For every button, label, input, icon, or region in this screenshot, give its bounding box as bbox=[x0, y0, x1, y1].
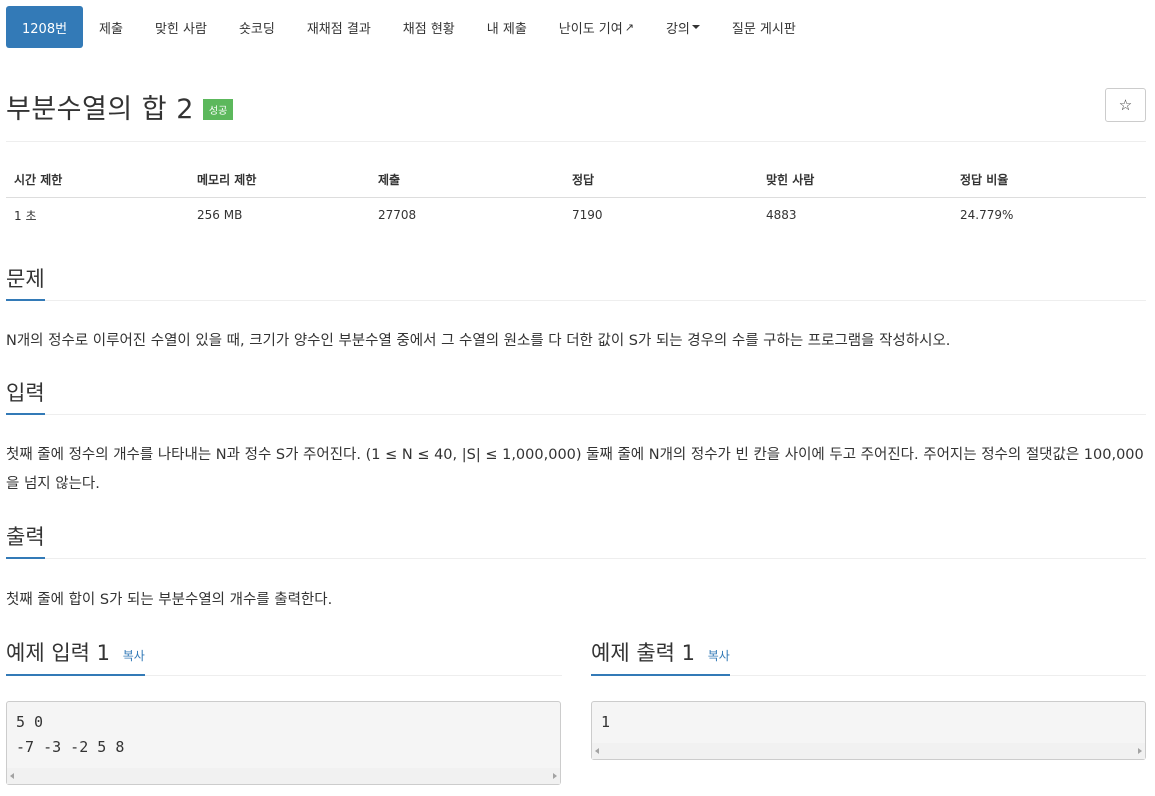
scroll-right-arrow-icon[interactable] bbox=[553, 773, 557, 779]
tab-my-submissions[interactable]: 내 제출 bbox=[471, 6, 543, 48]
sample-input-line: -7 -3 -2 5 8 bbox=[16, 738, 125, 756]
col-submissions: 제출 bbox=[370, 162, 564, 198]
col-time-limit: 시간 제한 bbox=[6, 162, 189, 198]
scroll-left-arrow-icon[interactable] bbox=[595, 748, 599, 754]
star-icon: ☆ bbox=[1118, 96, 1133, 114]
horizontal-scrollbar[interactable] bbox=[7, 768, 560, 784]
sample-output-line: 1 bbox=[601, 713, 611, 731]
problem-title-row: 부분수열의 합 2 성공 bbox=[6, 86, 234, 126]
description-text: N개의 정수로 이루어진 수열이 있을 때, 크기가 양수인 부분수열 중에서 … bbox=[6, 333, 951, 349]
col-accept-ratio: 정답 비율 bbox=[952, 162, 1146, 198]
col-memory-limit: 메모리 제한 bbox=[189, 162, 370, 198]
tab-solved-users[interactable]: 맞힌 사람 bbox=[139, 6, 223, 48]
table-header-row: 시간 제한 메모리 제한 제출 정답 맞힌 사람 정답 비율 bbox=[6, 162, 1146, 198]
tab-label: 숏코딩 bbox=[238, 21, 275, 37]
tab-label: 제출 bbox=[99, 21, 123, 37]
description-heading: 문제 bbox=[6, 263, 45, 301]
tab-label: 난이도 기여 bbox=[558, 21, 623, 37]
solved-users-value: 4883 bbox=[766, 208, 797, 223]
problem-nav-tabs: 1208번 제출 맞힌 사람 숏코딩 재채점 결과 채점 현황 내 제출 난이도… bbox=[6, 6, 812, 48]
copy-sample-input-link[interactable]: 복사 bbox=[123, 649, 145, 663]
table-row: 1 초 256 MB 27708 7190 4883 24.779% bbox=[6, 197, 1146, 233]
sample-input-line: 5 0 bbox=[16, 713, 44, 731]
col-solved-users: 맞힌 사람 bbox=[758, 162, 952, 198]
tab-lectures-dropdown[interactable]: 강의 bbox=[650, 6, 716, 48]
tab-question-board[interactable]: 질문 게시판 bbox=[716, 6, 812, 48]
tab-difficulty-contribution[interactable]: 난이도 기여 ↗ bbox=[543, 6, 650, 48]
tab-label: 재채점 결과 bbox=[306, 21, 371, 37]
status-badge: 성공 bbox=[202, 98, 234, 120]
accepted-value: 7190 bbox=[572, 208, 603, 223]
sample-input-header: 예제 입력 1 복사 bbox=[6, 635, 562, 676]
sample-input-heading: 예제 입력 1 bbox=[6, 641, 110, 665]
sample-output-box[interactable]: 1 bbox=[591, 701, 1146, 760]
submissions-value: 27708 bbox=[378, 208, 417, 223]
description-section-header: 문제 bbox=[6, 263, 1146, 301]
tab-judge-status[interactable]: 채점 현황 bbox=[387, 6, 471, 48]
tab-label: 1208번 bbox=[22, 21, 68, 37]
col-accepted: 정답 bbox=[564, 162, 758, 198]
problem-info-table: 시간 제한 메모리 제한 제출 정답 맞힌 사람 정답 비율 1 초 256 M… bbox=[6, 162, 1146, 233]
accept-ratio-value: 24.779% bbox=[960, 208, 1014, 223]
favorite-star-button[interactable]: ☆ bbox=[1105, 88, 1146, 122]
tab-label: 내 제출 bbox=[486, 21, 527, 37]
scroll-left-arrow-icon[interactable] bbox=[10, 773, 14, 779]
external-link-icon: ↗ bbox=[624, 20, 634, 34]
output-section-header: 출력 bbox=[6, 521, 1146, 559]
input-section-header: 입력 bbox=[6, 377, 1146, 415]
tab-label: 강의 bbox=[665, 21, 690, 37]
sample-input-heading-wrap: 예제 입력 1 복사 bbox=[6, 635, 145, 676]
tab-problem-number[interactable]: 1208번 bbox=[6, 6, 84, 48]
tab-label: 질문 게시판 bbox=[731, 21, 796, 37]
page-title: 부분수열의 합 2 bbox=[6, 93, 194, 125]
sample-output-heading-wrap: 예제 출력 1 복사 bbox=[591, 635, 730, 676]
input-heading: 입력 bbox=[6, 377, 45, 415]
input-text: 첫째 줄에 정수의 개수를 나타내는 N과 정수 S가 주어진다. (1 ≤ N… bbox=[6, 447, 1144, 492]
title-divider bbox=[6, 141, 1146, 142]
sample-input-box[interactable]: 5 0 -7 -3 -2 5 8 bbox=[6, 701, 561, 785]
tab-submit[interactable]: 제출 bbox=[83, 6, 139, 48]
tab-short-coding[interactable]: 숏코딩 bbox=[223, 6, 291, 48]
output-heading: 출력 bbox=[6, 521, 45, 559]
sample-output-heading: 예제 출력 1 bbox=[591, 641, 695, 665]
sample-output-header: 예제 출력 1 복사 bbox=[591, 635, 1146, 676]
caret-down-icon bbox=[691, 25, 700, 29]
tab-rejudge-results[interactable]: 재채점 결과 bbox=[291, 6, 387, 48]
copy-sample-output-link[interactable]: 복사 bbox=[708, 649, 730, 663]
time-limit-value: 1 초 bbox=[14, 208, 37, 223]
tab-label: 맞힌 사람 bbox=[154, 21, 207, 37]
horizontal-scrollbar[interactable] bbox=[592, 743, 1145, 759]
scroll-right-arrow-icon[interactable] bbox=[1138, 748, 1142, 754]
memory-limit-value: 256 MB bbox=[197, 208, 243, 223]
output-text: 첫째 줄에 합이 S가 되는 부분수열의 개수를 출력한다. bbox=[6, 592, 333, 608]
tab-label: 채점 현황 bbox=[402, 21, 455, 37]
